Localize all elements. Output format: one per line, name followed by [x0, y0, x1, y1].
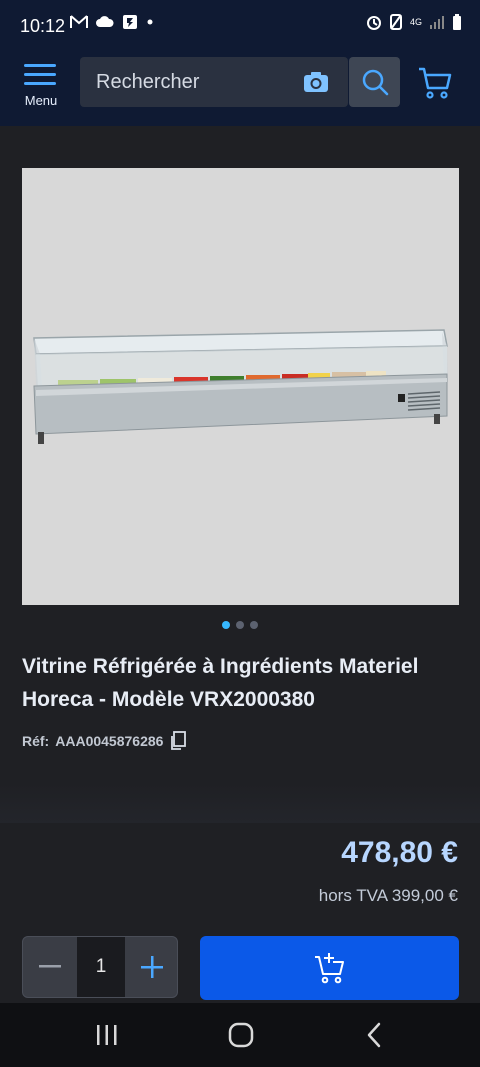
- menu-button[interactable]: Menu: [20, 64, 62, 108]
- system-nav-bar: [0, 1003, 480, 1067]
- cart-icon: [419, 67, 452, 99]
- status-left-icons: [70, 14, 154, 30]
- home-icon[interactable]: [228, 1022, 254, 1048]
- menu-label: Menu: [24, 93, 58, 108]
- cloud-icon: [96, 16, 114, 27]
- add-to-cart-icon: [314, 953, 344, 984]
- status-right-icons: 4G: [366, 14, 462, 30]
- quantity-stepper: 1: [22, 936, 178, 998]
- carousel-dots: [0, 621, 480, 629]
- search-icon: [362, 69, 388, 96]
- recent-apps-icon[interactable]: [95, 1023, 119, 1047]
- camera-icon: [304, 72, 328, 92]
- product-image[interactable]: [22, 168, 459, 605]
- add-to-cart-button[interactable]: [200, 936, 459, 1000]
- ref-value: AAA0045876286: [55, 733, 164, 749]
- section-divider: [0, 783, 480, 823]
- price-excl-tax: hors TVA 399,00 €: [318, 886, 458, 905]
- search-button[interactable]: [349, 57, 400, 107]
- cart-button[interactable]: [414, 62, 456, 104]
- gmail-icon: [70, 15, 88, 28]
- back-icon[interactable]: [363, 1022, 387, 1048]
- quantity-decrease-button[interactable]: [23, 937, 77, 997]
- plus-icon: [141, 956, 163, 978]
- flipboard-icon: [123, 15, 137, 29]
- dot-icon: [147, 19, 153, 25]
- ref-label: Réf:: [22, 733, 50, 749]
- hamburger-icon: [24, 64, 56, 67]
- hamburger-icon-bar: [24, 82, 56, 85]
- site-header: Menu: [0, 44, 480, 126]
- camera-search-button[interactable]: [292, 57, 340, 107]
- minus-icon: [39, 965, 61, 968]
- carousel-dot-3[interactable]: [250, 621, 258, 629]
- hamburger-icon-bar: [24, 73, 56, 76]
- 4g-icon: 4G: [409, 16, 422, 27]
- status-time: 10:12: [20, 16, 66, 36]
- copy-icon[interactable]: [169, 731, 187, 751]
- signal-icon: [430, 16, 444, 29]
- quantity-input[interactable]: 1: [77, 937, 125, 997]
- carousel-dot-2[interactable]: [236, 621, 244, 629]
- product-price: 478,80 €: [341, 836, 458, 869]
- carousel-dot-1[interactable]: [222, 621, 230, 629]
- search-input[interactable]: [96, 57, 286, 107]
- no-signal-icon: [389, 14, 402, 30]
- quantity-increase-button[interactable]: [125, 937, 179, 997]
- status-bar: 10:12 4G: [0, 0, 480, 44]
- product-title: Vitrine Réfrigérée à Ingrédients Materie…: [22, 655, 419, 711]
- alarm-icon: [366, 16, 381, 30]
- breadcrumb: [0, 126, 480, 134]
- product-photo: [33, 329, 448, 444]
- product-ref: Réf: AAA0045876286: [22, 731, 187, 751]
- battery-icon: [453, 14, 461, 30]
